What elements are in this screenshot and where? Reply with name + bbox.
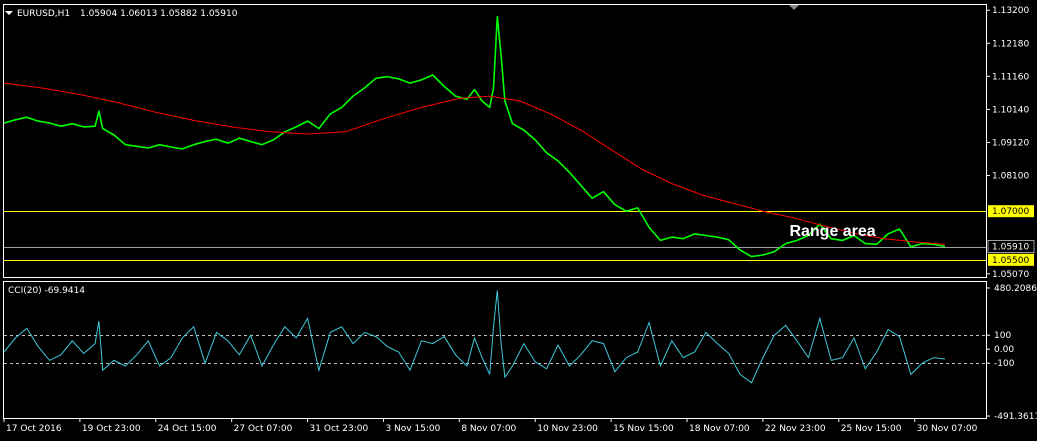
indicator-tick-label: -491.3611 [994, 412, 1037, 422]
y-tick-label: 1.08100 [992, 172, 1029, 182]
range-low-label: 1.05500 [992, 256, 1029, 266]
ohlc-label: 1.05904 1.06013 1.05882 1.05910 [80, 9, 238, 19]
y-tick-label: 1.13200 [992, 6, 1029, 16]
y-tick-label: 1.09120 [992, 138, 1029, 148]
chart-canvas[interactable]: EURUSD,H1 1.05904 1.06013 1.05882 1.0591… [0, 0, 1037, 441]
indicator-tick-label: -100 [994, 359, 1015, 369]
x-tick-label: 25 Nov 15:00 [841, 424, 902, 434]
x-tick-label: 8 Nov 07:00 [461, 424, 516, 434]
x-tick-label: 19 Oct 23:00 [82, 424, 141, 434]
x-tick-label: 18 Nov 07:00 [689, 424, 750, 434]
x-tick-label: 22 Nov 23:00 [765, 424, 826, 434]
x-tick-label: 17 Oct 2016 [6, 424, 62, 434]
annotations: Range area [789, 223, 875, 240]
indicator-tick-label: 480.2086 [994, 284, 1037, 294]
range-area-annotation: Range area [789, 223, 875, 240]
x-tick-label: 3 Nov 15:00 [385, 424, 440, 434]
y-tick-label: 1.05070 [992, 270, 1029, 280]
x-tick-label: 30 Nov 07:00 [917, 424, 978, 434]
x-tick-label: 15 Nov 15:00 [613, 424, 674, 434]
chart-background [0, 0, 1037, 441]
indicator-label: CCI(20) -69.9414 [8, 286, 85, 296]
x-tick-label: 24 Oct 15:00 [158, 424, 217, 434]
y-tick-label: 1.10140 [992, 105, 1029, 115]
range-high-label: 1.07000 [992, 207, 1029, 217]
current-price-label: 1.05910 [992, 243, 1029, 253]
x-tick-label: 31 Oct 23:00 [310, 424, 369, 434]
x-tick-label: 27 Oct 07:00 [234, 424, 293, 434]
indicator-tick-label: 100 [994, 331, 1011, 341]
x-tick-label: 10 Nov 23:00 [537, 424, 598, 434]
y-tick-label: 1.11160 [992, 72, 1029, 82]
chart-window[interactable]: EURUSD,H1 1.05904 1.06013 1.05882 1.0591… [0, 0, 1037, 441]
y-tick-label: 1.12180 [992, 39, 1029, 49]
symbol-label: EURUSD,H1 [17, 9, 70, 19]
indicator-tick-label: 0.00 [994, 345, 1014, 355]
